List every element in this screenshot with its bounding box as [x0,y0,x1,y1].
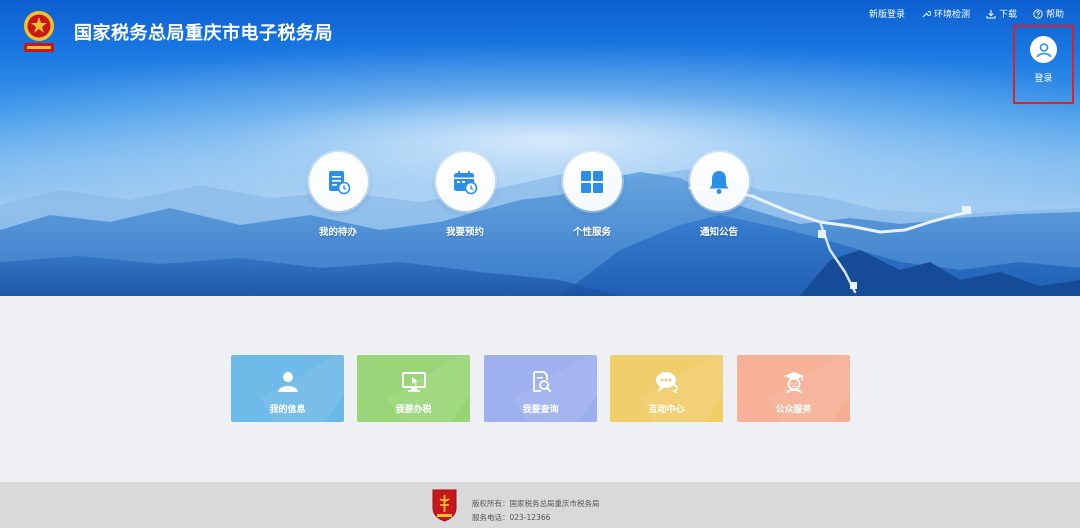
appointment-button[interactable]: 我要预约 [435,152,495,238]
tax-shield-icon [431,488,458,522]
env-check-link[interactable]: 环境检测 [921,7,970,20]
help-link[interactable]: 帮助 [1033,7,1064,20]
login-button[interactable]: 登录 [1013,25,1074,104]
bell-icon [689,152,749,211]
my-info-tile[interactable]: 我的信息 [231,355,344,422]
appointment-label: 我要预约 [445,227,484,238]
interaction-center-label: 互动中心 [648,405,685,415]
notice-button[interactable]: 通知公告 [689,152,749,238]
user-icon [1030,36,1057,63]
monitor-cursor-icon [401,369,427,395]
my-todo-button[interactable]: 我的待办 [308,152,368,238]
top-links: 新版登录 环境检测 下载 帮助 [869,7,1064,20]
download-link[interactable]: 下载 [986,7,1017,20]
query-label: 我要查询 [522,405,559,415]
graduate-icon [781,369,807,395]
todo-doc-clock-icon [308,152,368,211]
my-todo-label: 我的待办 [318,227,357,238]
env-check-label: 环境检测 [933,10,970,20]
footer-phone: 服务电话：023-12366 [472,513,551,522]
query-tile[interactable]: 我要查询 [484,355,597,422]
calendar-clock-icon [435,152,495,211]
help-icon [1033,8,1043,19]
new-login-link[interactable]: 新版登录 [869,7,905,20]
download-icon [986,9,996,18]
doc-search-icon [528,369,554,395]
interaction-center-tile[interactable]: 互动中心 [610,355,723,422]
login-label: 登录 [1034,74,1053,84]
hero-banner: 国家税务总局重庆市电子税务局 新版登录 环境检测 下载 帮助 登录 我的待办 我… [0,0,1080,296]
footer: 版权所有：国家税务总局重庆市税务局 服务电话：023-12366 [0,482,1080,528]
public-service-tile[interactable]: 公众服务 [737,355,850,422]
notice-label: 通知公告 [699,227,738,238]
footer-copyright: 版权所有：国家税务总局重庆市税务局 [472,499,600,508]
new-login-label: 新版登录 [868,10,905,20]
person-icon [275,369,301,395]
site-title: 国家税务总局重庆市电子税务局 [74,23,333,44]
tax-emblem-logo [20,8,58,54]
grid-icon [562,152,622,211]
download-label: 下载 [998,10,1017,20]
chat-icon [654,369,680,395]
my-info-label: 我的信息 [269,405,306,415]
wrench-icon [922,10,931,17]
footer-text: 版权所有：国家税务总局重庆市税务局 服务电话：023-12366 [472,497,600,525]
personal-service-label: 个性服务 [572,227,611,238]
personal-service-button[interactable]: 个性服务 [562,152,622,238]
help-label: 帮助 [1045,10,1064,20]
tax-handling-label: 我要办税 [395,405,432,415]
tax-handling-tile[interactable]: 我要办税 [357,355,470,422]
public-service-label: 公众服务 [775,405,812,415]
